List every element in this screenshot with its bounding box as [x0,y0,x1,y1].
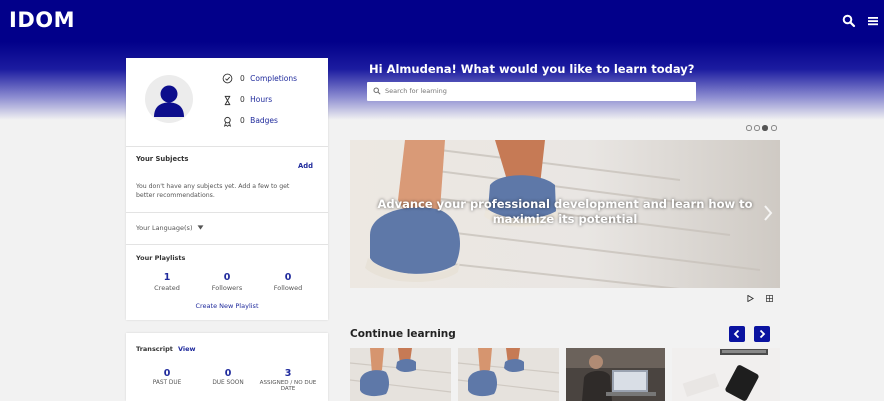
idom-logo[interactable]: IDOM [9,8,75,32]
stat-value: 0 [284,272,292,283]
due-soon-stat[interactable]: 0 DUE SOON [205,368,251,386]
search-box[interactable] [367,82,696,101]
badge-icon [223,116,232,127]
course-image [672,348,780,401]
carousel-dot[interactable] [746,125,752,131]
stat-value: 0 [224,368,232,379]
subjects-empty-text-2: better recommendations. [136,192,215,199]
create-playlist-link[interactable]: Create New Playlist [126,302,328,310]
badges-stat[interactable]: 0 Badges [240,116,278,125]
featured-banner[interactable]: Advance your professional development an… [350,140,780,288]
banner-line-1: Advance your professional development an… [377,197,753,211]
previous-button[interactable] [729,326,745,342]
banner-line-2: maximize its potential [492,212,638,226]
past-due-stat[interactable]: 0 PAST DUE [144,368,190,386]
transcript-title: Transcript [136,345,173,353]
playlists-followers-stat[interactable]: 0 Followers [206,272,248,292]
stat-value: 1 [163,272,171,283]
assigned-no-due-date-stat[interactable]: 3 ASSIGNED / NO DUE DATE [256,368,320,392]
chevron-right-icon [759,329,766,339]
course-image [566,348,665,401]
carousel-dot[interactable] [771,125,777,131]
completions-link[interactable]: Completions [250,74,297,83]
grid-icon[interactable] [766,295,773,302]
stat-label: Followers [211,284,243,292]
stat-value: 0 [223,272,231,283]
caret-down-icon [197,225,203,230]
course-image [458,348,559,401]
add-subjects-link[interactable]: Add [298,162,313,170]
transcript-view-link[interactable]: View [178,345,196,353]
course-thumbnail[interactable] [566,348,665,401]
subjects-title: Your Subjects [136,155,189,163]
completions-stat[interactable]: 0 Completions [240,74,297,83]
stat-value: 3 [284,368,292,379]
next-button[interactable] [754,326,770,342]
banner-headline: Advance your professional development an… [350,197,780,227]
top-bar [0,0,884,42]
playlists-title: Your Playlists [136,254,186,262]
language-dropdown[interactable]: Your Language(s) [136,224,204,232]
continue-learning-title: Continue learning [350,328,456,340]
divider [126,146,328,147]
greeting-heading: Hi Almudena! What would you like to lear… [369,62,695,76]
subjects-empty-text-1: You don't have any subjects yet. Add a f… [136,183,290,190]
hamburger-menu-icon[interactable] [866,14,880,28]
check-circle-icon [222,73,233,84]
search-icon[interactable] [842,14,856,28]
chevron-left-icon [733,329,740,339]
course-thumbnail[interactable] [458,348,559,401]
hours-link[interactable]: Hours [250,95,272,104]
user-avatar-icon [154,85,184,117]
divider [126,212,328,213]
playlists-followed-stat[interactable]: 0 Followed [267,272,309,292]
completions-count: 0 [240,74,245,83]
transcript-card: Transcript View 0 PAST DUE 0 DUE SOON 3 … [126,333,328,401]
course-image [350,348,451,401]
course-thumbnail[interactable] [672,348,780,401]
badges-count: 0 [240,116,245,125]
stat-label: PAST DUE [152,380,182,386]
carousel-dot-active[interactable] [762,125,768,131]
divider [126,244,328,245]
language-label: Your Language(s) [136,224,193,232]
stat-label: DUE SOON [212,380,244,386]
play-icon[interactable] [747,295,754,302]
stat-label: Created [154,284,180,292]
playlists-created-stat[interactable]: 1 Created [146,272,188,292]
stat-label: DATE [280,386,296,392]
hours-stat[interactable]: 0 Hours [240,95,272,104]
search-field-icon [373,87,381,95]
stat-value: 0 [163,368,171,379]
search-input[interactable] [385,85,685,97]
carousel-dot[interactable] [754,125,760,131]
hourglass-icon [224,95,231,106]
profile-card: 0 Completions 0 Hours 0 Badges Your Subj… [126,58,328,320]
stat-label: Followed [273,284,303,292]
course-thumbnail[interactable] [350,348,451,401]
hours-count: 0 [240,95,245,104]
badges-link[interactable]: Badges [250,116,278,125]
avatar[interactable] [145,75,193,123]
carousel-dots [746,124,780,132]
transcript-header: Transcript View [136,345,196,353]
